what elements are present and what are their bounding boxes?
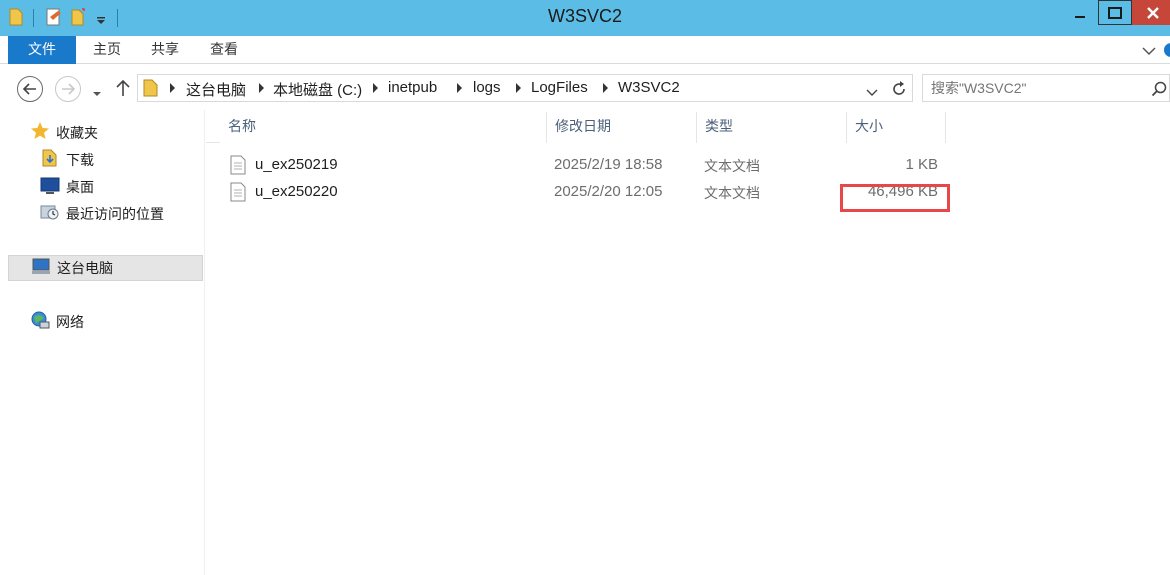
breadcrumb-arrow[interactable]: [373, 83, 378, 93]
file-type: 文本文档: [704, 159, 760, 175]
computer-icon: [31, 256, 51, 280]
tab-view[interactable]: 查看: [198, 36, 250, 64]
address-dropdown-icon[interactable]: [866, 85, 878, 101]
breadcrumb-w3svc2[interactable]: W3SVC2: [618, 79, 680, 96]
text-file-icon: [230, 155, 246, 179]
breadcrumb-logfiles[interactable]: LogFiles: [531, 79, 588, 96]
search-input[interactable]: [931, 78, 1141, 98]
breadcrumb-drive-c[interactable]: 本地磁盘 (C:): [273, 79, 362, 100]
file-list: 名称 修改日期 类型 大小 u_ex250219 2025/2/19 18:58…: [206, 110, 1170, 575]
star-icon: [30, 121, 50, 145]
this-pc-label: 这台电脑: [57, 261, 113, 277]
up-arrow-icon[interactable]: [116, 79, 130, 101]
expand-ribbon-icon[interactable]: [1142, 44, 1156, 60]
file-type: 文本文档: [704, 186, 760, 202]
column-header-type[interactable]: 类型: [697, 112, 847, 143]
text-file-icon: [230, 182, 246, 206]
tab-file[interactable]: 文件: [8, 36, 76, 64]
file-size: 1 KB: [905, 156, 938, 173]
recent-locations-icon[interactable]: [92, 85, 102, 101]
search-box[interactable]: [922, 74, 1170, 102]
help-icon[interactable]: [1163, 42, 1170, 62]
file-date: 2025/2/20 12:05: [554, 183, 663, 200]
highlight-annotation: [840, 184, 950, 212]
search-icon[interactable]: [1151, 81, 1167, 101]
window-title: W3SVC2: [547, 6, 623, 26]
close-button[interactable]: [1132, 0, 1170, 25]
sidebar-item-downloads[interactable]: 下载: [40, 147, 94, 173]
breadcrumb-arrow[interactable]: [603, 83, 608, 93]
file-date: 2025/2/19 18:58: [554, 156, 663, 173]
breadcrumb-arrow[interactable]: [457, 83, 462, 93]
refresh-icon[interactable]: [890, 80, 908, 102]
recent-places-icon: [40, 202, 60, 226]
breadcrumb-arrow[interactable]: [170, 83, 175, 93]
sidebar-item-favorites[interactable]: 收藏夹: [30, 120, 98, 146]
address-row: 这台电脑 本地磁盘 (C:) inetpub logs LogFiles W3S…: [0, 64, 1170, 110]
recent-places-label: 最近访问的位置: [66, 207, 164, 223]
downloads-label: 下载: [66, 153, 94, 169]
ribbon: 文件 主页 共享 查看: [0, 36, 1170, 64]
breadcrumb-logs[interactable]: logs: [473, 79, 501, 96]
column-header-size[interactable]: 大小: [847, 112, 946, 143]
file-row[interactable]: u_ex250220 2025/2/20 12:05 文本文档 46,496 K…: [222, 179, 946, 205]
network-icon: [30, 310, 50, 334]
downloads-folder-icon: [40, 148, 60, 172]
breadcrumb-arrow[interactable]: [259, 83, 264, 93]
file-row[interactable]: u_ex250219 2025/2/19 18:58 文本文档 1 KB: [222, 152, 946, 178]
folder-icon: [142, 78, 160, 102]
file-name: u_ex250220: [255, 183, 338, 200]
address-bar[interactable]: 这台电脑 本地磁盘 (C:) inetpub logs LogFiles W3S…: [137, 74, 913, 102]
navigation-pane: 收藏夹 下载 桌面 最近访问的位置 这台电脑 网络: [0, 110, 205, 575]
tab-home[interactable]: 主页: [82, 36, 132, 64]
column-header-name[interactable]: 名称: [220, 112, 547, 143]
maximize-button[interactable]: [1098, 0, 1132, 25]
minimize-button[interactable]: [1063, 0, 1097, 25]
sidebar-item-network[interactable]: 网络: [30, 309, 84, 335]
network-label: 网络: [56, 315, 84, 331]
tab-share[interactable]: 共享: [140, 36, 190, 64]
sidebar-item-this-pc[interactable]: 这台电脑: [8, 255, 203, 281]
breadcrumb-thispc[interactable]: 这台电脑: [186, 79, 246, 100]
column-header-date[interactable]: 修改日期: [547, 112, 697, 143]
title-bar: W3SVC2: [0, 0, 1170, 36]
forward-button[interactable]: [55, 76, 81, 102]
breadcrumb-arrow[interactable]: [516, 83, 521, 93]
favorites-label: 收藏夹: [56, 126, 98, 142]
desktop-label: 桌面: [66, 180, 94, 196]
file-name: u_ex250219: [255, 156, 338, 173]
sidebar-item-recent-places[interactable]: 最近访问的位置: [40, 201, 164, 227]
back-button[interactable]: [17, 76, 43, 102]
desktop-icon: [40, 175, 60, 199]
sidebar-item-desktop[interactable]: 桌面: [40, 174, 94, 200]
breadcrumb-inetpub[interactable]: inetpub: [388, 79, 437, 96]
